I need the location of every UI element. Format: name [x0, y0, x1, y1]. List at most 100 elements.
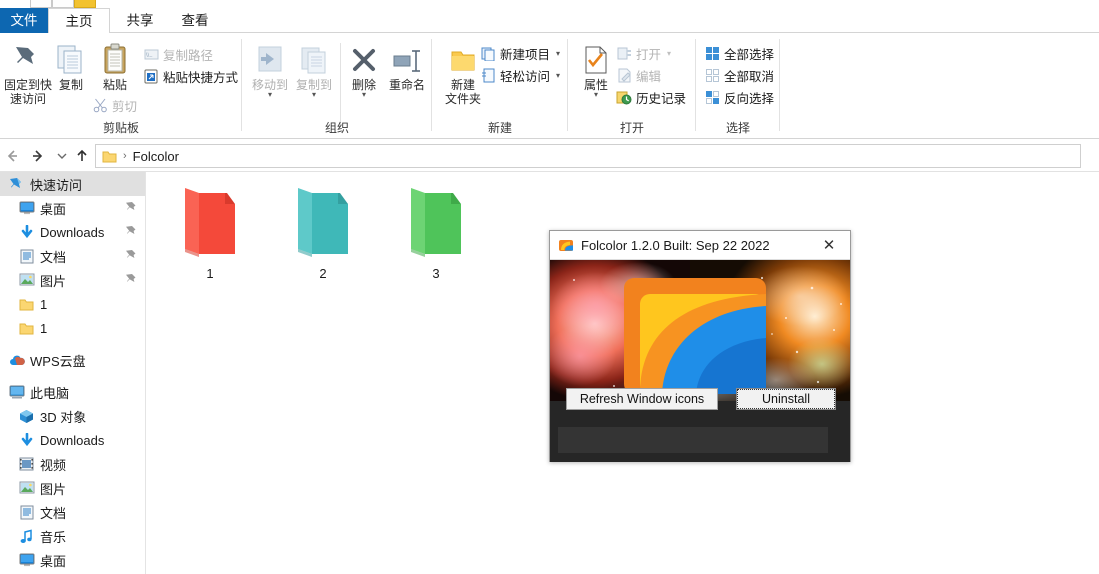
- open-button[interactable]: 打开 ▾: [616, 43, 671, 63]
- sidebar-item-label: 音乐: [40, 529, 67, 545]
- sidebar-item-label: Downloads: [40, 224, 105, 240]
- uninstall-button[interactable]: Uninstall: [736, 388, 836, 410]
- pin-to-quick-access-button[interactable]: 固定到快 速访问: [4, 41, 52, 106]
- copy-path-button[interactable]: \\.. 复制路径: [143, 44, 213, 64]
- easy-access-icon: [480, 67, 496, 83]
- navigation-pane[interactable]: 快速访问 桌面 Downloads 文档 图片 1 1 WPS云盘 此电脑 3D 对象 Downlo…: [0, 172, 146, 574]
- open-caret-icon[interactable]: ▾: [667, 49, 671, 58]
- sidebar-item-图片[interactable]: 图片: [0, 476, 145, 500]
- sidebar-item-音乐[interactable]: 音乐: [0, 524, 145, 548]
- colored-folder-icon: [155, 180, 265, 264]
- properties-caret-icon[interactable]: ▾: [576, 91, 616, 99]
- sidebar-item-label: 文档: [40, 505, 67, 521]
- sidebar-item-1[interactable]: 1: [0, 292, 145, 316]
- pictures-icon: [18, 272, 35, 289]
- up-button[interactable]: [72, 146, 92, 166]
- select-all-button[interactable]: 全部选择: [704, 43, 774, 63]
- close-icon[interactable]: ✕: [808, 231, 850, 259]
- paste-label: 粘贴: [102, 78, 127, 92]
- breadcrumb[interactable]: › Folcolor: [95, 144, 1081, 168]
- move-to-button[interactable]: 移动到 ▾: [248, 41, 292, 99]
- ribbon-group-open: 属性 ▾ 打开 ▾ 编辑 历史记录 打开: [568, 33, 696, 139]
- colored-folder-icon: [381, 180, 491, 264]
- edit-icon: [616, 67, 632, 83]
- breadcrumb-path[interactable]: Folcolor: [133, 149, 179, 164]
- history-label: 历史记录: [636, 91, 687, 106]
- pin-icon[interactable]: [125, 249, 137, 261]
- cut-button[interactable]: 剪切: [92, 95, 137, 115]
- copy-button[interactable]: 复制: [50, 41, 92, 92]
- refresh-window-icons-button[interactable]: Refresh Window icons: [566, 388, 718, 410]
- rename-button[interactable]: 重命名: [384, 41, 430, 92]
- sidebar-item-Downloads[interactable]: Downloads: [0, 428, 145, 452]
- move-to-caret-icon[interactable]: ▾: [248, 91, 292, 99]
- new-folder-label-2: 文件夹: [444, 92, 481, 106]
- ribbon-group-new: 新建 文件夹 新建项目 ▾ 轻松访问 ▾ 新建: [432, 33, 568, 139]
- select-none-button[interactable]: 全部取消: [704, 65, 774, 85]
- qa-item-2[interactable]: [52, 0, 74, 8]
- folder-item[interactable]: 2: [268, 180, 378, 281]
- sidebar-item-快速访问[interactable]: 快速访问: [0, 172, 145, 196]
- history-button[interactable]: 历史记录: [616, 87, 686, 107]
- sidebar-item-桌面[interactable]: 桌面: [0, 196, 145, 220]
- new-item-icon: [480, 45, 496, 61]
- back-button[interactable]: [2, 146, 22, 166]
- sidebar-item-桌面[interactable]: 桌面: [0, 548, 145, 572]
- new-item-caret-icon[interactable]: ▾: [556, 49, 560, 58]
- pin-icon[interactable]: [125, 201, 137, 213]
- edit-label: 编辑: [636, 69, 662, 84]
- new-folder-label-1: 新建: [450, 78, 475, 92]
- breadcrumb-separator[interactable]: ›: [123, 150, 127, 162]
- delete-caret-icon[interactable]: ▾: [344, 91, 384, 99]
- folder-item[interactable]: 3: [381, 180, 491, 281]
- easy-access-label: 轻松访问: [500, 69, 551, 84]
- tab-file[interactable]: 文件: [0, 8, 48, 33]
- sidebar-item-Downloads[interactable]: Downloads: [0, 220, 145, 244]
- folder-item[interactable]: 1: [155, 180, 265, 281]
- 3d-objects-icon: [18, 408, 35, 425]
- documents-icon: [18, 248, 35, 265]
- dialog-title-bar[interactable]: Folcolor 1.2.0 Built: Sep 22 2022 ✕: [550, 231, 850, 260]
- pin-icon[interactable]: [125, 273, 137, 285]
- copy-to-caret-icon[interactable]: ▾: [292, 91, 336, 99]
- sidebar-item-WPS云盘[interactable]: WPS云盘: [0, 348, 145, 372]
- qa-item-1[interactable]: [30, 0, 52, 8]
- properties-button[interactable]: 属性 ▾: [576, 41, 616, 99]
- easy-access-caret-icon[interactable]: ▾: [556, 71, 560, 80]
- paste-button[interactable]: 粘贴: [92, 41, 138, 92]
- edit-button[interactable]: 编辑: [616, 65, 661, 85]
- sidebar-item-此电脑[interactable]: 此电脑: [0, 380, 145, 404]
- sidebar-item-文档[interactable]: 文档: [0, 500, 145, 524]
- invert-selection-button[interactable]: 反向选择: [704, 87, 774, 107]
- sidebar-item-视频[interactable]: 视频: [0, 452, 145, 476]
- ribbon-group-organize-title: 组织: [324, 121, 349, 135]
- file-explorer-window: 文件 主页 共享 查看 固定到快 速访问 复制 粘贴 \\.. 复制路径 粘贴快…: [0, 0, 1099, 574]
- refresh-window-icons-label: Refresh Window icons: [579, 392, 705, 406]
- sidebar-item-1[interactable]: 1: [0, 316, 145, 340]
- recent-locations-button[interactable]: [52, 146, 72, 166]
- sidebar-item-label: 视频: [40, 457, 67, 473]
- rename-icon: [384, 41, 430, 75]
- paste-shortcut-button[interactable]: 粘贴快捷方式: [143, 66, 238, 86]
- delete-button[interactable]: 删除 ▾: [344, 41, 384, 99]
- copy-to-button[interactable]: 复制到 ▾: [292, 41, 336, 99]
- forward-button[interactable]: [28, 146, 48, 166]
- copy-path-icon: \\..: [143, 46, 159, 62]
- tab-home[interactable]: 主页: [48, 8, 110, 33]
- qa-item-3[interactable]: [74, 0, 96, 8]
- organize-inner-separator: [340, 43, 341, 125]
- folcolor-dialog[interactable]: Folcolor 1.2.0 Built: Sep 22 2022 ✕ Refr…: [549, 230, 851, 462]
- new-item-button[interactable]: 新建项目 ▾: [480, 43, 560, 63]
- tab-view[interactable]: 查看: [170, 8, 220, 33]
- paste-shortcut-label: 粘贴快捷方式: [163, 70, 239, 85]
- copy-path-label: 复制路径: [163, 48, 214, 63]
- tab-share[interactable]: 共享: [110, 8, 170, 33]
- sidebar-item-图片[interactable]: 图片: [0, 268, 145, 292]
- sidebar-item-文档[interactable]: 文档: [0, 244, 145, 268]
- folcolor-logo-banner: [550, 260, 850, 401]
- easy-access-button[interactable]: 轻松访问 ▾: [480, 65, 560, 85]
- dialog-lower-panel: [550, 401, 850, 462]
- sidebar-item-3D 对象[interactable]: 3D 对象: [0, 404, 145, 428]
- pin-icon[interactable]: [125, 225, 137, 237]
